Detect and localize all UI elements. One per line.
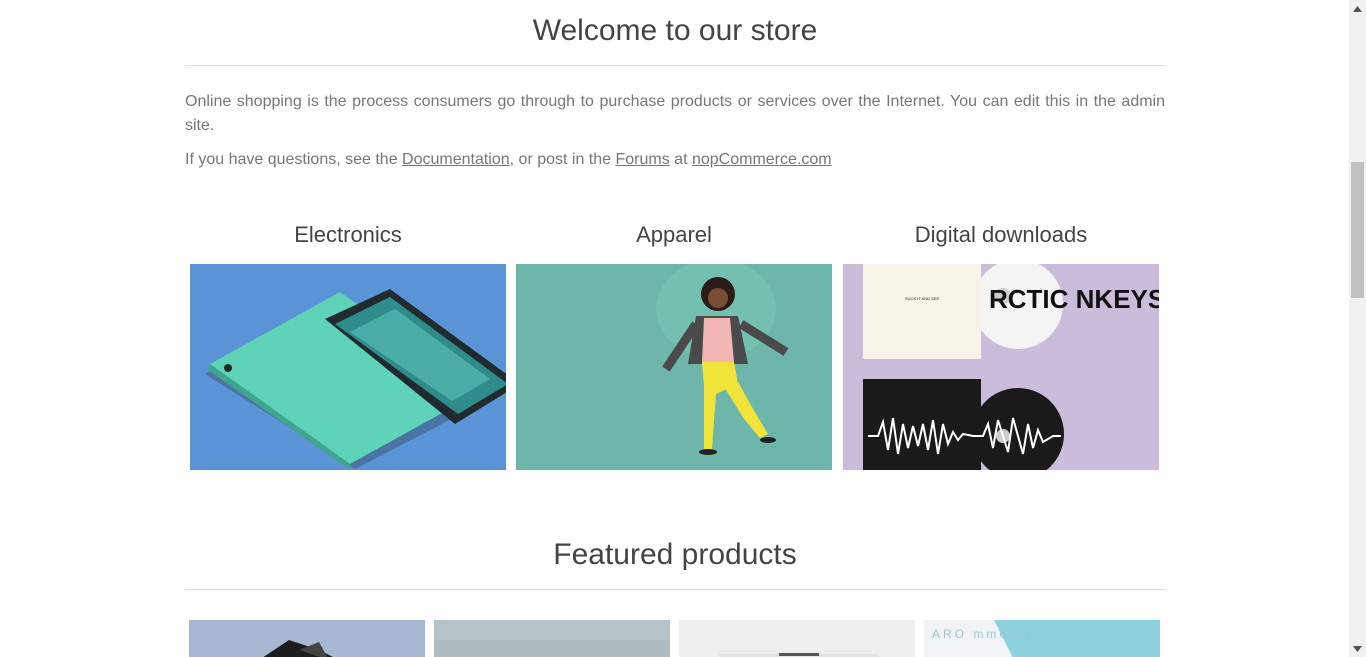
scrollbar-thumb[interactable]: [1351, 162, 1364, 298]
page: Welcome to our store Online shopping is …: [0, 0, 1349, 657]
album-small-text: SUCK IT AND SEE: [905, 296, 939, 301]
scroll-up-arrow-icon[interactable]: [1349, 0, 1366, 17]
jumping-woman-image: [516, 264, 832, 470]
documentation-link[interactable]: Documentation: [402, 151, 510, 168]
questions-at: at: [669, 151, 692, 168]
vertical-scrollbar[interactable]: [1349, 0, 1366, 657]
title-divider: [185, 65, 1165, 66]
phone-image: [190, 264, 506, 470]
product-image-3[interactable]: [679, 620, 915, 657]
category-image-electronics[interactable]: [190, 264, 506, 470]
product-3-image: [679, 620, 915, 657]
product-4-partial-text: ARO mmerce: [932, 627, 1035, 641]
category-image-digital-downloads[interactable]: RCTIC NKEYS SUCK IT AND SEE: [843, 264, 1159, 470]
forums-link[interactable]: Forums: [616, 151, 670, 168]
featured-products-title: Featured products: [553, 538, 797, 571]
questions-mid: , or post in the: [509, 151, 616, 168]
product-image-1[interactable]: [189, 620, 425, 657]
album-cover-text: RCTIC NKEYS: [989, 284, 1159, 314]
scroll-down-arrow-icon[interactable]: [1349, 640, 1366, 657]
welcome-paragraph: Online shopping is the process consumers…: [185, 93, 1165, 134]
questions-paragraph: If you have questions, see the Documenta…: [185, 148, 1165, 172]
product-image-2[interactable]: [434, 620, 670, 657]
nopcommerce-link[interactable]: nopCommerce.com: [692, 151, 832, 168]
category-image-apparel[interactable]: [516, 264, 832, 470]
product-1-image: [189, 620, 425, 657]
questions-prefix: If you have questions, see the: [185, 151, 403, 168]
category-title-electronics[interactable]: Electronics: [190, 222, 506, 248]
album-covers-image: RCTIC NKEYS SUCK IT AND SEE: [843, 264, 1159, 470]
product-2-image: [434, 620, 670, 657]
product-image-4[interactable]: ARO mmerce: [924, 620, 1160, 657]
product-4-image: ARO mmerce: [924, 620, 1160, 657]
welcome-title: Welcome to our store: [532, 14, 818, 47]
featured-divider: [185, 589, 1165, 590]
category-title-digital-downloads[interactable]: Digital downloads: [843, 222, 1159, 248]
category-title-apparel[interactable]: Apparel: [516, 222, 832, 248]
